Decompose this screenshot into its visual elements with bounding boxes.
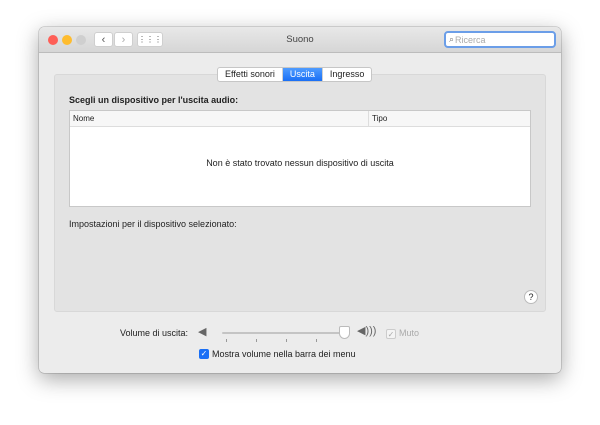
output-panel: Scegli un dispositivo per l'uscita audio… (54, 74, 546, 312)
show-volume-checkbox[interactable]: ✓ (199, 349, 209, 359)
slider-tick (256, 339, 257, 342)
search-placeholder: Ricerca (455, 34, 486, 45)
slider-tick (286, 339, 287, 342)
tab-ingresso[interactable]: Ingresso (321, 68, 372, 81)
device-table[interactable]: Nome Tipo Non è stato trovato nessun dis… (69, 110, 531, 207)
mute-label: Muto (399, 328, 420, 338)
tab-bar: Effetti sonori Uscita Ingresso (217, 67, 373, 82)
column-header-nome[interactable]: Nome (73, 114, 94, 123)
empty-message: Non è stato trovato nessun dispositivo d… (206, 158, 394, 168)
column-header-tipo[interactable]: Tipo (368, 111, 387, 126)
output-heading: Scegli un dispositivo per l'uscita audio… (69, 95, 239, 105)
title-bar: ‹ › ⋮⋮⋮ Suono ⌕ Ricerca (39, 27, 561, 53)
tab-uscita[interactable]: Uscita (281, 68, 322, 81)
show-volume-label: Mostra volume nella barra dei menu (212, 349, 356, 359)
search-field[interactable]: ⌕ Ricerca (444, 31, 556, 48)
settings-label: Impostazioni per il dispositivo selezion… (69, 219, 237, 229)
search-icon: ⌕ (449, 34, 455, 44)
speaker-high-icon: ◀︎))) (357, 325, 377, 337)
volume-slider[interactable] (222, 332, 346, 334)
slider-tick (316, 339, 317, 342)
table-header: Nome Tipo (70, 111, 530, 127)
slider-tick (226, 339, 227, 342)
help-button[interactable]: ? (524, 290, 538, 304)
sound-preferences-window: ‹ › ⋮⋮⋮ Suono ⌕ Ricerca Effetti sonori Us… (39, 27, 561, 373)
volume-slider-knob[interactable] (339, 326, 350, 339)
tab-effetti-sonori[interactable]: Effetti sonori (218, 68, 282, 81)
volume-label: Volume di uscita: (120, 328, 189, 338)
speaker-low-icon: ◀ (198, 326, 207, 338)
mute-checkbox[interactable]: ✓ (386, 329, 396, 339)
